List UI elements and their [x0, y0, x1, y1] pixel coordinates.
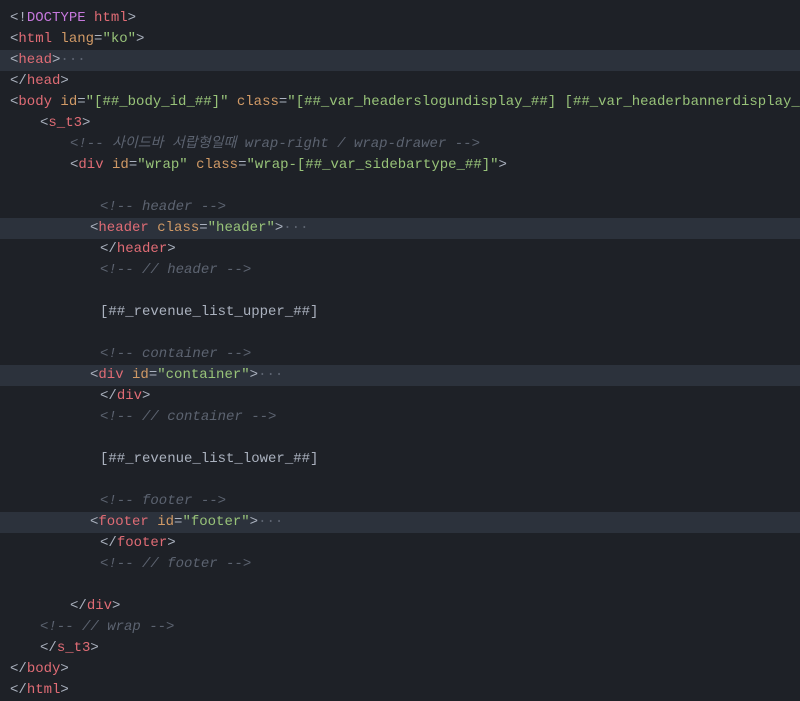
- code-line-highlighted: <header class="header">···: [0, 218, 800, 239]
- code-line-highlighted: <head>···: [0, 50, 800, 71]
- code-line: </head>: [10, 71, 790, 92]
- code-line: </s_t3>: [10, 638, 790, 659]
- code-line: <div id="wrap" class="wrap-[##_var_sideb…: [10, 155, 790, 176]
- code-line: <!-- // footer -->: [10, 554, 790, 575]
- code-line: [##_revenue_list_upper_##]: [10, 302, 790, 323]
- code-line: <!-- header -->: [10, 197, 790, 218]
- code-line: <!DOCTYPE html>: [10, 8, 790, 29]
- code-line: </html>: [10, 680, 790, 701]
- code-line: </div>: [10, 596, 790, 617]
- code-editor[interactable]: <!DOCTYPE html> <html lang="ko"> <head>·…: [10, 8, 790, 701]
- fold-icon[interactable]: ···: [283, 220, 308, 236]
- fold-icon[interactable]: ···: [60, 52, 85, 68]
- code-line: <!-- footer -->: [10, 491, 790, 512]
- code-line: </footer>: [10, 533, 790, 554]
- fold-icon[interactable]: ···: [258, 514, 283, 530]
- code-line-empty: [10, 575, 790, 596]
- code-line-empty: [10, 281, 790, 302]
- code-line-highlighted: <footer id="footer">···: [0, 512, 800, 533]
- code-line: <html lang="ko">: [10, 29, 790, 50]
- code-line: <!-- // container -->: [10, 407, 790, 428]
- fold-icon[interactable]: ···: [258, 367, 283, 383]
- code-line-empty: [10, 470, 790, 491]
- code-line: </header>: [10, 239, 790, 260]
- code-line-highlighted: <div id="container">···: [0, 365, 800, 386]
- code-line-empty: [10, 176, 790, 197]
- code-line: <s_t3>: [10, 113, 790, 134]
- code-line: <!-- // header -->: [10, 260, 790, 281]
- code-line: <!-- container -->: [10, 344, 790, 365]
- code-line: </div>: [10, 386, 790, 407]
- code-line: <body id="[##_body_id_##]" class="[##_va…: [10, 92, 790, 113]
- code-line-empty: [10, 428, 790, 449]
- code-line-empty: [10, 323, 790, 344]
- code-line: <!-- 사이드바 서랍형일때 wrap-right / wrap-drawer…: [10, 134, 790, 155]
- code-line: [##_revenue_list_lower_##]: [10, 449, 790, 470]
- code-line: <!-- // wrap -->: [10, 617, 790, 638]
